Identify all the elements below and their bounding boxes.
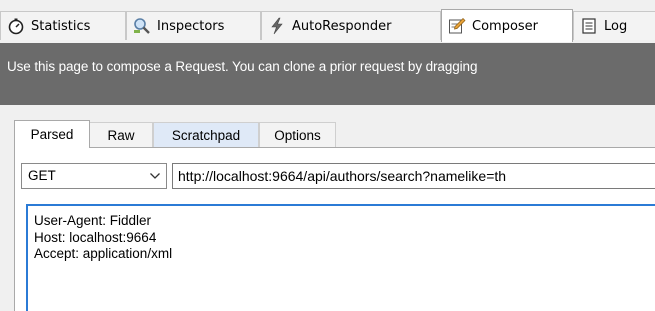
tab-label: Log: [604, 18, 628, 34]
request-headers-textarea[interactable]: User-Agent: Fiddler Host: localhost:9664…: [26, 204, 655, 311]
pencil-icon: [448, 17, 466, 35]
composer-info-banner: Use this page to compose a Request. You …: [0, 43, 655, 105]
lightning-icon: [268, 17, 286, 35]
method-value: GET: [28, 168, 56, 183]
stopwatch-icon: [7, 17, 25, 35]
tab-label: Composer: [472, 18, 539, 34]
subtab-raw[interactable]: Raw: [89, 122, 153, 147]
tab-log[interactable]: Log: [573, 11, 655, 40]
magnifier-icon: [133, 17, 151, 35]
tab-inspectors[interactable]: Inspectors: [126, 11, 261, 40]
log-icon: [580, 17, 598, 35]
tab-composer[interactable]: Composer: [441, 9, 573, 42]
method-dropdown[interactable]: GET: [21, 163, 167, 189]
subtab-parsed[interactable]: Parsed: [14, 120, 90, 148]
tab-label: AutoResponder: [292, 18, 392, 34]
tab-label: Statistics: [31, 18, 91, 34]
subtab-scratchpad[interactable]: Scratchpad: [153, 122, 259, 147]
header-line: Accept: application/xml: [34, 246, 173, 261]
header-line: Host: localhost:9664: [34, 229, 157, 245]
tab-autoresponder[interactable]: AutoResponder: [261, 11, 441, 40]
chevron-down-icon: [149, 170, 161, 182]
tab-label: Inspectors: [157, 18, 225, 34]
top-tab-strip: Statistics Inspectors AutoResponder Comp…: [0, 0, 655, 45]
composer-area: Parsed Raw Scratchpad Options GET http:/…: [0, 105, 655, 311]
tab-statistics[interactable]: Statistics: [0, 11, 126, 40]
header-line: User-Agent: Fiddler: [34, 213, 152, 228]
url-input[interactable]: http://localhost:9664/api/authors/search…: [172, 163, 655, 189]
subtab-options[interactable]: Options: [259, 122, 336, 147]
